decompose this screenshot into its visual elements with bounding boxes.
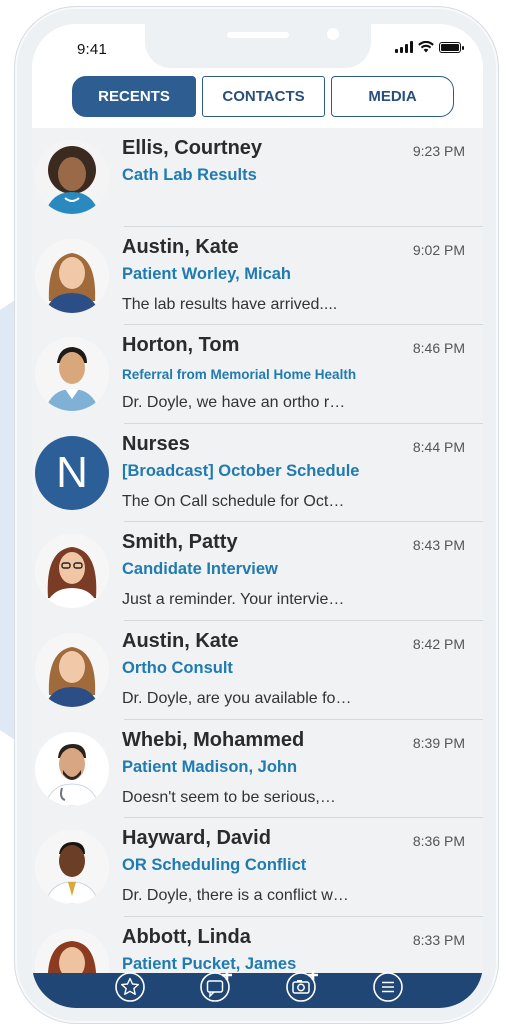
contact-name: Horton, Tom (122, 334, 240, 357)
message-preview: Dr. Doyle, we have an ortho r… (122, 394, 346, 412)
list-item[interactable]: Whebi, Mohammed 8:39 PM Patient Madison,… (32, 720, 483, 819)
list-item[interactable]: N Nurses 8:44 PM [Broadcast] October Sch… (32, 424, 483, 523)
message-subject: [Broadcast] October Schedule (122, 461, 360, 480)
message-time: 8:42 PM (412, 635, 465, 652)
message-preview: Doesn't seem to be serious,… (122, 788, 336, 806)
avatar (35, 337, 109, 412)
avatar (35, 534, 109, 609)
message-preview: Dr. Doyle, are you available fo… (122, 689, 352, 707)
message-time: 9:23 PM (412, 143, 465, 159)
avatar (35, 140, 109, 214)
avatar (35, 731, 109, 806)
avatar (35, 928, 109, 973)
contact-name: Abbott, Linda (122, 925, 251, 948)
message-time: 8:44 PM (412, 438, 465, 455)
message-time: 8:39 PM (412, 734, 465, 751)
camera (327, 28, 339, 40)
list-item[interactable]: Abbott, Linda 8:33 PM Patient Pucket, Ja… (32, 917, 483, 973)
star-icon[interactable] (113, 970, 147, 1004)
tab-media[interactable]: MEDIA (331, 76, 454, 117)
phone-frame: 9:41 RECENTS CONTACTS MEDIA Ellis, Court… (14, 6, 499, 1024)
message-subject: Referral from Memorial Home Health (122, 367, 357, 383)
contact-name: Hayward, David (122, 827, 271, 850)
tab-bar: RECENTS CONTACTS MEDIA (72, 76, 454, 117)
bottom-nav-bar (32, 970, 483, 1008)
message-list: Ellis, Courtney 9:23 PM Cath Lab Results… (32, 128, 483, 973)
wifi-icon (418, 41, 434, 53)
contact-name: Smith, Patty (122, 531, 238, 554)
new-photo-icon[interactable] (284, 970, 318, 1004)
contact-name: Austin, Kate (122, 629, 239, 652)
message-preview: The On Call schedule for Oct… (122, 492, 345, 510)
message-subject: Candidate Interview (122, 560, 278, 579)
message-subject: Ortho Consult (122, 658, 233, 677)
avatar: N (35, 435, 109, 510)
contact-name: Whebi, Mohammed (122, 728, 305, 751)
message-time: 8:36 PM (412, 833, 465, 850)
list-item[interactable]: Horton, Tom 8:46 PM Referral from Memori… (32, 325, 483, 424)
new-message-icon[interactable] (198, 970, 232, 1004)
avatar (35, 632, 109, 707)
list-item[interactable]: Hayward, David 8:36 PM OR Scheduling Con… (32, 818, 483, 917)
tab-recents[interactable]: RECENTS (72, 76, 196, 117)
status-icons (395, 41, 464, 53)
message-subject: Patient Worley, Micah (122, 264, 292, 283)
menu-icon[interactable] (371, 970, 405, 1004)
signal-icon (395, 41, 413, 53)
message-preview: Just a reminder. Your intervie… (122, 591, 345, 609)
message-time: 8:43 PM (412, 537, 465, 554)
avatar (35, 238, 109, 313)
list-item[interactable]: Austin, Kate 8:42 PM Ortho Consult Dr. D… (32, 621, 483, 720)
contact-name: Ellis, Courtney (122, 137, 263, 159)
message-subject: Patient Madison, John (122, 757, 298, 776)
message-time: 8:46 PM (412, 340, 465, 357)
message-preview: Dr. Doyle, there is a conflict w… (122, 887, 349, 905)
list-item[interactable]: Austin, Kate 9:02 PM Patient Worley, Mic… (32, 227, 483, 326)
screen: 9:41 RECENTS CONTACTS MEDIA Ellis, Court… (32, 24, 483, 1008)
message-subject: OR Scheduling Conflict (122, 856, 307, 875)
contact-name: Nurses (122, 432, 190, 455)
contact-name: Austin, Kate (122, 235, 239, 258)
avatar (35, 830, 109, 905)
message-preview: The lab results have arrived.... (122, 295, 338, 313)
tab-contacts[interactable]: CONTACTS (202, 76, 325, 117)
message-time: 9:02 PM (412, 241, 465, 258)
list-item[interactable]: Ellis, Courtney 9:23 PM Cath Lab Results (32, 128, 483, 227)
speaker (227, 32, 289, 38)
battery-icon (439, 42, 464, 53)
message-time: 8:33 PM (412, 931, 465, 948)
status-time: 9:41 (77, 41, 107, 58)
notch (145, 24, 371, 68)
message-subject: Cath Lab Results (122, 166, 257, 184)
list-item[interactable]: Smith, Patty 8:43 PM Candidate Interview… (32, 522, 483, 621)
